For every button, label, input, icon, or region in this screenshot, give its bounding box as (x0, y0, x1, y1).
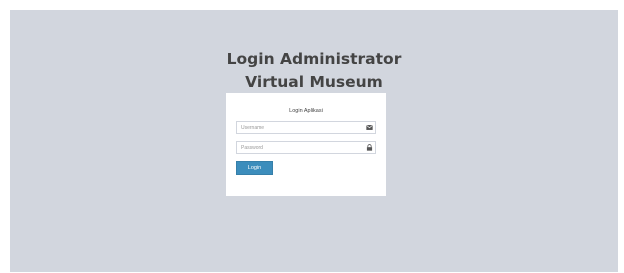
login-button[interactable]: Login (236, 161, 273, 175)
password-group (236, 141, 376, 154)
username-input[interactable] (236, 121, 376, 134)
login-logo: Login Administrator Virtual Museum (10, 48, 618, 94)
login-form: Login (236, 121, 376, 175)
page-title-line-2: Virtual Museum (245, 73, 383, 91)
envelope-icon (366, 125, 373, 130)
login-box: Login Aplikasi Login (226, 93, 386, 196)
page-title-line-1: Login Administrator (226, 50, 402, 68)
password-input[interactable] (236, 141, 376, 154)
username-group (236, 121, 376, 134)
login-box-message: Login Aplikasi (289, 108, 323, 114)
lock-icon (366, 144, 373, 151)
